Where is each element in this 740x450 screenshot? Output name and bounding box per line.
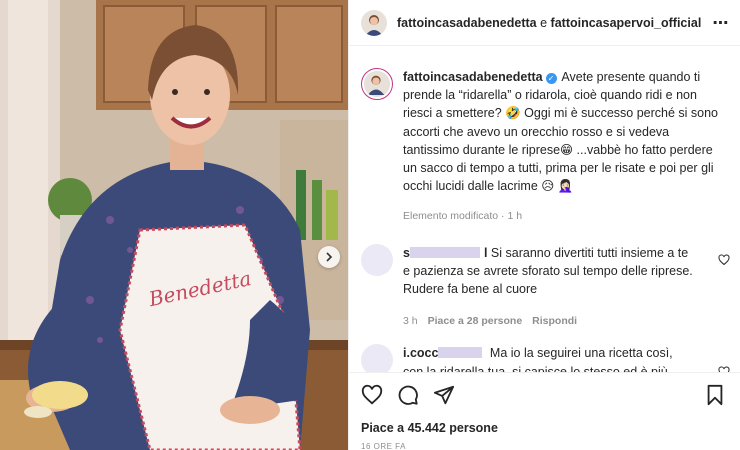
comment-bubble-icon[interactable] — [397, 384, 419, 406]
comments-section[interactable]: fattoincasadabenedetta ✓ Avete presente q… — [349, 46, 740, 372]
reply-button[interactable]: Rispondi — [532, 312, 577, 330]
chevron-right-icon — [326, 252, 333, 262]
comment-meta: 3 h Piace a 28 persone Rispondi — [403, 312, 693, 330]
comment-item: i.cocc Ma io la seguirei una ricetta cos… — [349, 344, 740, 372]
caption-username[interactable]: fattoincasadabenedetta — [403, 70, 543, 84]
commenter-avatar[interactable] — [361, 243, 393, 276]
comment-likes-link[interactable]: Piace a 28 persone — [428, 312, 523, 330]
collaborator-username-link[interactable]: fattoincasapervoi_official — [551, 16, 702, 30]
author-username-link[interactable]: fattoincasadabenedetta — [397, 16, 537, 30]
post-photo[interactable]: Benedetta — [0, 0, 348, 450]
profile-picture-icon — [361, 9, 387, 36]
commenter-avatar[interactable] — [361, 344, 393, 372]
comment-body: sl Si saranno divertiti tutti insieme a … — [403, 244, 693, 331]
post-side-panel: fattoincasadabenedetta e fattoincasaperv… — [348, 0, 740, 450]
collab-conjunction: e — [540, 15, 548, 30]
comment-item: sl Si saranno divertiti tutti insieme a … — [349, 243, 740, 331]
post-date: 16 ORE FA — [361, 442, 406, 450]
caption-text: Avete presente quando ti prende la “rida… — [403, 70, 718, 194]
blurred-username — [409, 246, 480, 258]
author-avatar[interactable] — [361, 9, 387, 36]
like-heart-icon[interactable] — [361, 384, 383, 406]
verified-badge-icon: ✓ — [545, 73, 557, 84]
caption-body: fattoincasadabenedetta ✓ Avete presente q… — [403, 68, 728, 226]
more-options-icon[interactable]: ⋯ — [712, 13, 730, 33]
caption-author-avatar[interactable] — [361, 68, 393, 100]
post-caption: fattoincasadabenedetta ✓ Avete presente q… — [349, 46, 740, 226]
action-buttons-row — [349, 373, 740, 409]
post-actions: Piace a 45.442 persone 16 ORE FA — [349, 372, 740, 450]
comment-time: 3 h — [403, 315, 418, 328]
save-bookmark-icon[interactable] — [704, 384, 726, 406]
comment-body: i.cocc Ma io la seguirei una ricetta cos… — [403, 344, 693, 372]
profile-picture-icon — [364, 71, 388, 95]
comment-username[interactable]: sl — [403, 246, 487, 260]
share-paper-plane-icon[interactable] — [433, 384, 455, 406]
next-image-button[interactable] — [318, 246, 340, 268]
like-comment-heart-icon[interactable] — [718, 254, 730, 266]
instagram-post-view: Benedetta fattoincasadabenedetta e fatto… — [0, 0, 740, 450]
caption-meta: Elemento modificato · 1 h — [403, 210, 523, 223]
post-image: Benedetta — [0, 0, 348, 450]
post-author-names: fattoincasadabenedetta e fattoincasaperv… — [397, 16, 712, 30]
likes-count[interactable]: Piace a 45.442 persone — [349, 409, 740, 435]
blurred-username — [438, 347, 483, 359]
comment-username[interactable]: i.cocc — [403, 346, 486, 360]
post-header: fattoincasadabenedetta e fattoincasaperv… — [349, 0, 740, 46]
